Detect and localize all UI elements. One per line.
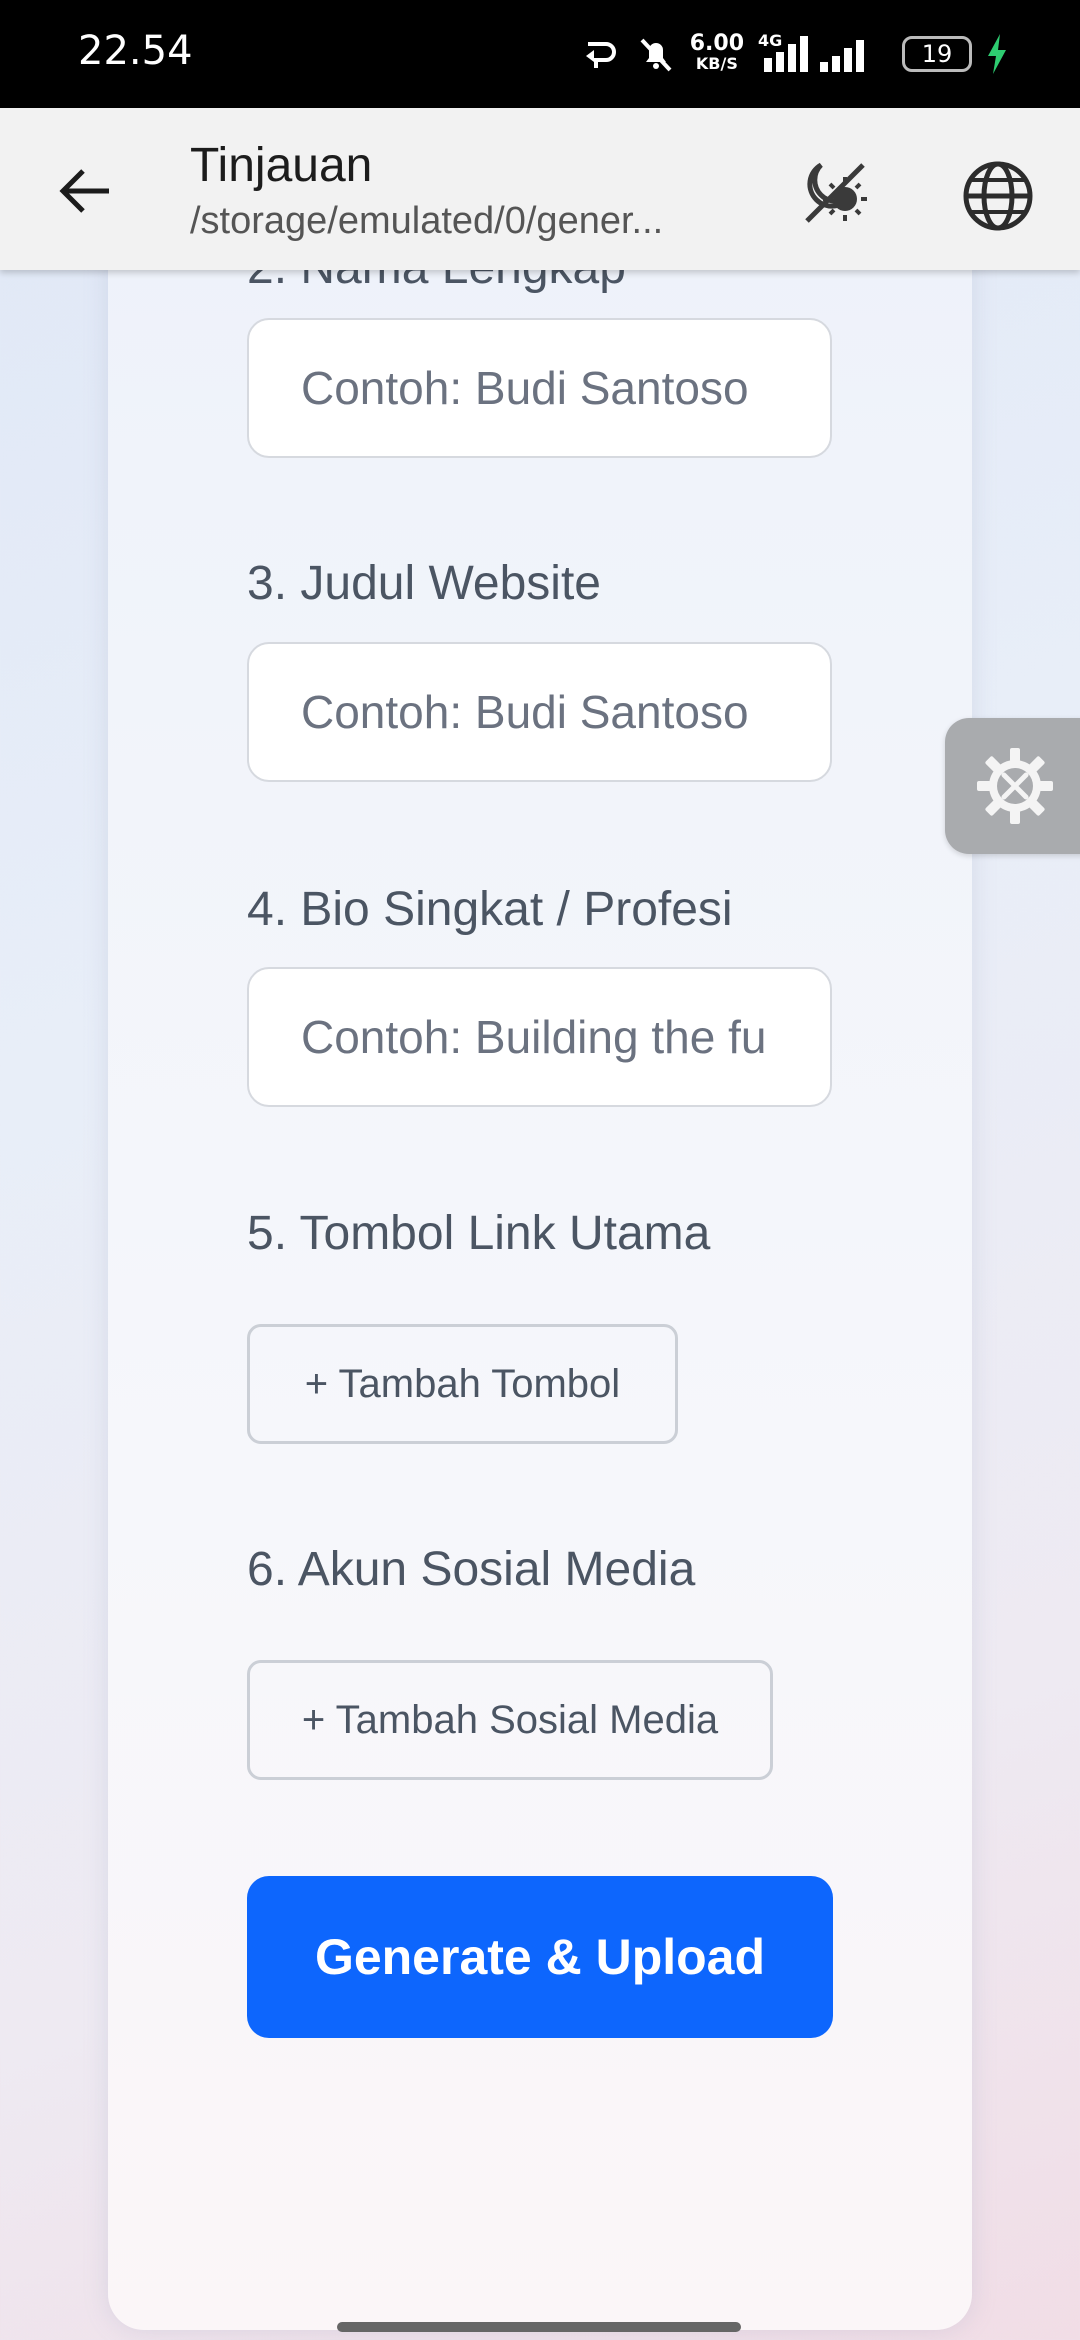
label-bio-singkat: 4. Bio Singkat / Profesi	[247, 883, 733, 936]
page-title: Tinjauan	[190, 139, 373, 192]
judul-website-input[interactable]: Contoh: Budi Santoso	[247, 642, 832, 782]
theme-toggle-button[interactable]	[790, 148, 880, 238]
label-akun-sosial-media: 6. Akun Sosial Media	[247, 1543, 696, 1596]
nama-lengkap-placeholder: Contoh: Budi Santoso	[301, 362, 749, 414]
generate-upload-button[interactable]: Generate & Upload	[247, 1876, 833, 2038]
label-tombol-link-utama: 5. Tombol Link Utama	[247, 1207, 711, 1260]
charging-icon	[986, 34, 1008, 74]
label-judul-website: 3. Judul Website	[247, 557, 601, 610]
globe-button[interactable]	[950, 148, 1046, 244]
status-icons: 6.00 KB/S 4G 19	[582, 28, 1008, 80]
net-speed: 6.00 KB/S	[689, 31, 744, 74]
bio-singkat-input[interactable]: Contoh: Building the fu	[247, 967, 832, 1107]
status-bar: 22.54 6.00 KB/S 4G 19	[0, 0, 1080, 108]
theme-toggle-icon	[805, 162, 867, 223]
back-button[interactable]	[50, 156, 120, 226]
bio-singkat-placeholder: Contoh: Building the fu	[301, 1011, 767, 1063]
battery-level: 19	[921, 40, 953, 68]
bell-muted-icon	[636, 34, 676, 74]
battery-indicator: 19	[902, 36, 972, 72]
add-social-media-button[interactable]: + Tambah Sosial Media	[247, 1660, 773, 1780]
tools-gear-icon	[977, 748, 1053, 824]
status-time: 22.54	[78, 28, 193, 74]
nama-lengkap-input[interactable]: Contoh: Budi Santoso	[247, 318, 832, 458]
app-bar: Tinjauan /storage/emulated/0/gener...	[0, 108, 1080, 270]
back-arrow-icon	[59, 169, 109, 213]
add-button-button[interactable]: + Tambah Tombol	[247, 1324, 678, 1444]
globe-icon	[963, 161, 1033, 231]
home-indicator[interactable]	[337, 2322, 741, 2332]
svg-text:4G: 4G	[758, 32, 782, 50]
file-path: /storage/emulated/0/gener...	[190, 200, 664, 242]
nfc-icon	[582, 34, 622, 74]
net-speed-unit: KB/S	[695, 54, 738, 73]
signal-icon: 4G	[758, 32, 888, 76]
judul-website-placeholder: Contoh: Budi Santoso	[301, 686, 749, 738]
net-speed-value: 6.00	[689, 31, 744, 56]
floating-tools-button[interactable]	[945, 718, 1080, 854]
